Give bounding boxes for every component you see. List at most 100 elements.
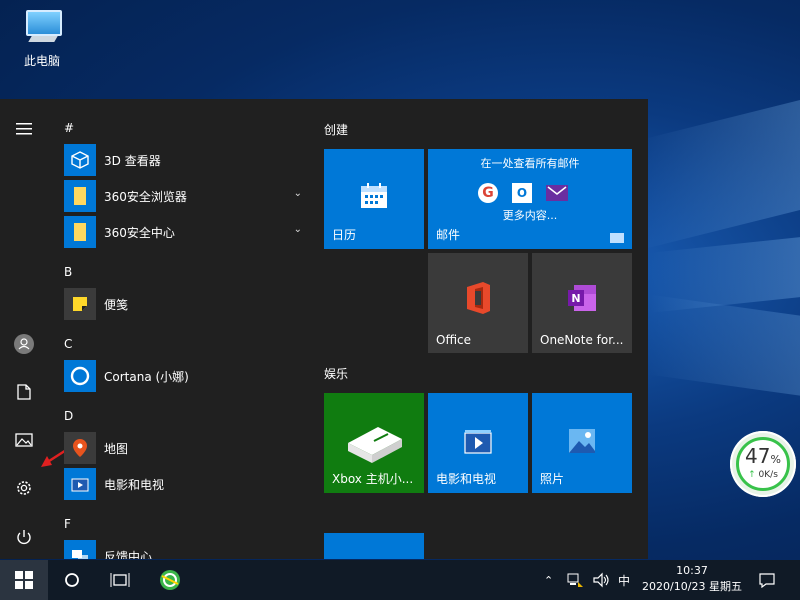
chevron-down-icon[interactable]: ⌄ <box>294 188 302 199</box>
app-label: Cortana (小娜) <box>104 369 189 384</box>
sticky-note-icon <box>64 288 96 320</box>
360-browser-icon <box>160 570 180 590</box>
app-item-feedback-hub[interactable]: 反馈中心 <box>64 540 308 559</box>
envelope-icon <box>610 233 624 243</box>
taskbar-app-360[interactable] <box>146 560 194 600</box>
app-label: 3D 查看器 <box>104 153 161 168</box>
section-letter[interactable]: # <box>64 121 74 135</box>
tile-partial[interactable] <box>324 533 424 559</box>
speaker-icon <box>593 572 609 588</box>
app-item-cortana[interactable]: Cortana (小娜) <box>64 360 308 392</box>
windows-logo-icon <box>15 571 33 589</box>
taskbar-clock[interactable]: 10:37 2020/10/23 星期五 <box>636 563 748 595</box>
photos-icon <box>532 427 632 455</box>
settings-icon[interactable] <box>12 476 36 500</box>
notification-icon <box>759 573 775 588</box>
tile-label: 电影和电视 <box>436 472 497 486</box>
cube-icon <box>64 144 96 176</box>
mail-headline: 在一处查看所有邮件 <box>480 157 580 170</box>
clock-date: 2020/10/23 星期五 <box>642 580 742 593</box>
tile-calendar[interactable]: 日历 <box>324 149 424 249</box>
app-item-movies-tv[interactable]: 电影和电视 <box>64 468 308 500</box>
tile-label: Xbox 主机小... <box>332 472 414 486</box>
section-letter[interactable]: D <box>64 409 73 423</box>
start-menu: # 3D 查看器 360安全浏览器 ⌄ 360安全中心 ⌄ B 便笺 C Cor… <box>0 99 648 559</box>
cortana-icon <box>64 360 96 392</box>
mail-more: 更多内容... <box>502 209 558 222</box>
tile-label: OneNote for... <box>540 333 624 347</box>
tile-group-header[interactable]: 创建 <box>324 121 348 138</box>
app-label: 地图 <box>104 441 129 456</box>
pictures-icon[interactable] <box>12 428 36 452</box>
network-tray-icon[interactable] <box>566 560 584 600</box>
app-item-3d-viewer[interactable]: 3D 查看器 <box>64 144 308 176</box>
app-label: 360安全中心 <box>104 225 175 240</box>
tile-xbox[interactable]: Xbox 主机小... <box>324 393 424 493</box>
app-item-maps[interactable]: 地图 <box>64 432 308 464</box>
section-letter[interactable]: C <box>64 337 72 351</box>
computer-icon <box>20 8 64 48</box>
calendar-icon <box>324 181 424 211</box>
app-list: # 3D 查看器 360安全浏览器 ⌄ 360安全中心 ⌄ B 便笺 C Cor… <box>48 99 308 559</box>
network-percent: 47% <box>745 444 781 468</box>
cortana-icon <box>65 573 79 587</box>
onenote-icon: N <box>532 283 632 313</box>
task-view-button[interactable] <box>96 560 144 600</box>
desktop-icon-this-pc[interactable]: 此电脑 <box>12 8 72 69</box>
feedback-icon <box>64 540 96 559</box>
folder-icon <box>64 216 96 248</box>
hamburger-icon[interactable] <box>12 117 36 141</box>
desktop-light-beam <box>640 100 800 250</box>
office-icon <box>428 281 528 315</box>
start-rail <box>0 99 48 559</box>
tile-area: 创建 日历 在一处查看所有邮件 G O 更多内容... 邮件 Office N … <box>308 99 648 559</box>
desktop-icon-label: 此电脑 <box>23 54 60 68</box>
yahoo-mail-icon <box>546 185 568 201</box>
map-pin-icon <box>64 432 96 464</box>
network-speed-widget[interactable]: 47% ↑ 0K/s <box>730 431 796 497</box>
tile-movies-tv[interactable]: 电影和电视 <box>428 393 528 493</box>
ime-indicator[interactable]: 中 <box>618 560 630 600</box>
tile-photos[interactable]: 照片 <box>532 393 632 493</box>
tile-label: Office <box>436 333 472 347</box>
svg-text:N: N <box>571 292 580 305</box>
google-icon: G <box>478 183 498 203</box>
app-label: 反馈中心 <box>104 549 153 560</box>
cortana-search-button[interactable] <box>48 560 96 600</box>
movies-icon <box>64 468 96 500</box>
document-icon[interactable] <box>12 380 36 404</box>
app-item-360-security[interactable]: 360安全中心 ⌄ <box>64 216 308 248</box>
app-label: 便笺 <box>104 297 129 312</box>
tile-office[interactable]: Office <box>428 253 528 353</box>
network-speed: ↑ 0K/s <box>748 470 778 480</box>
clock-time: 10:37 <box>676 564 708 577</box>
outlook-icon: O <box>512 183 532 203</box>
mail-provider-icons: G O <box>478 183 568 203</box>
app-item-sticky-notes[interactable]: 便笺 <box>64 288 308 320</box>
user-icon[interactable] <box>12 332 36 356</box>
tile-onenote[interactable]: N OneNote for... <box>532 253 632 353</box>
folder-icon <box>64 180 96 212</box>
tile-mail[interactable]: 在一处查看所有邮件 G O 更多内容... 邮件 <box>428 149 632 249</box>
start-button[interactable] <box>0 560 48 600</box>
chevron-up-icon: ⌃ <box>544 573 554 587</box>
xbox-console-icon <box>324 421 424 465</box>
action-center-button[interactable] <box>758 560 776 600</box>
tile-label: 邮件 <box>436 228 461 242</box>
taskbar: ⌃ 中 10:37 2020/10/23 星期五 <box>0 560 800 600</box>
show-hidden-icons-button[interactable]: ⌃ <box>544 560 553 600</box>
section-letter[interactable]: B <box>64 265 72 279</box>
app-label: 360安全浏览器 <box>104 189 187 204</box>
tile-group-header[interactable]: 娱乐 <box>324 365 348 382</box>
app-item-360-browser[interactable]: 360安全浏览器 ⌄ <box>64 180 308 212</box>
task-view-icon <box>110 573 130 587</box>
chevron-down-icon[interactable]: ⌄ <box>294 224 302 235</box>
section-letter[interactable]: F <box>64 517 71 531</box>
movies-icon <box>428 427 528 457</box>
tile-label: 照片 <box>540 472 565 486</box>
power-icon[interactable] <box>12 525 36 549</box>
volume-tray-icon[interactable] <box>592 560 610 600</box>
app-label: 电影和电视 <box>104 477 165 492</box>
desktop-light-beam <box>648 294 800 396</box>
tile-label: 日历 <box>332 228 357 242</box>
